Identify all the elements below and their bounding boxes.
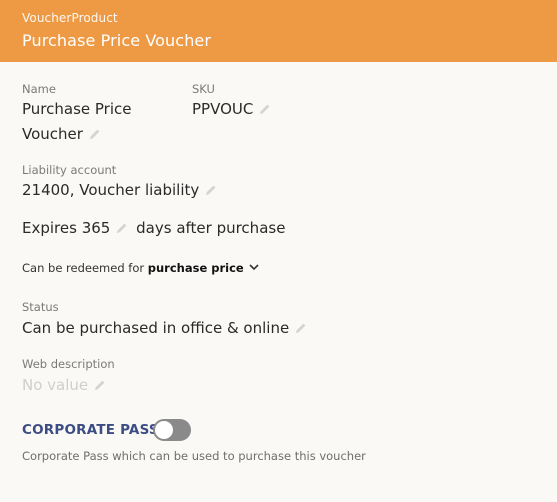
status-label: Status: [22, 300, 59, 314]
edit-pencil-icon[interactable]: [116, 222, 128, 234]
web-description-label: Web description: [22, 357, 115, 371]
liability-label: Liability account: [22, 163, 117, 177]
corporate-pass-description: Corporate Pass which can be used to purc…: [22, 449, 366, 463]
chevron-down-icon[interactable]: [248, 261, 260, 273]
edit-pencil-icon[interactable]: [295, 322, 307, 334]
expires-days-value[interactable]: 365: [82, 219, 111, 237]
sku-label: SKU: [192, 82, 215, 96]
name-label: Name: [22, 82, 56, 96]
web-description-value[interactable]: No value: [22, 373, 106, 398]
edit-pencil-icon[interactable]: [259, 103, 271, 115]
edit-pencil-icon[interactable]: [89, 128, 101, 140]
name-value-line1[interactable]: Purchase Price: [22, 97, 131, 122]
sku-value[interactable]: PPVOUC: [192, 97, 271, 122]
edit-pencil-icon[interactable]: [94, 379, 106, 391]
web-description-placeholder[interactable]: No value: [22, 376, 88, 394]
redeem-row: Can be redeemed for purchase price: [22, 261, 260, 275]
edit-pencil-icon[interactable]: [205, 184, 217, 196]
redeem-select[interactable]: purchase price: [148, 261, 244, 275]
entity-type-label: VoucherProduct: [22, 11, 118, 25]
page-title: Purchase Price Voucher: [22, 31, 212, 50]
expires-prefix: Expires: [22, 219, 77, 237]
toggle-knob: [155, 421, 173, 439]
status-value[interactable]: Can be purchased in office & online: [22, 316, 307, 341]
liability-value[interactable]: 21400, Voucher liability: [22, 178, 217, 203]
name-value-text[interactable]: Voucher: [22, 125, 83, 143]
liability-value-text[interactable]: 21400, Voucher liability: [22, 181, 199, 199]
expires-suffix: days after purchase: [136, 219, 286, 237]
corporate-pass-toggle[interactable]: [153, 419, 191, 441]
redeem-prefix: Can be redeemed for: [22, 261, 145, 275]
expires-row: Expires 365 days after purchase: [22, 216, 285, 241]
corporate-pass-title: CORPORATE PASS: [22, 422, 159, 438]
page-header: VoucherProduct Purchase Price Voucher: [0, 0, 557, 62]
sku-value-text[interactable]: PPVOUC: [192, 100, 253, 118]
status-value-text[interactable]: Can be purchased in office & online: [22, 319, 289, 337]
name-value-line2[interactable]: Voucher: [22, 122, 101, 147]
